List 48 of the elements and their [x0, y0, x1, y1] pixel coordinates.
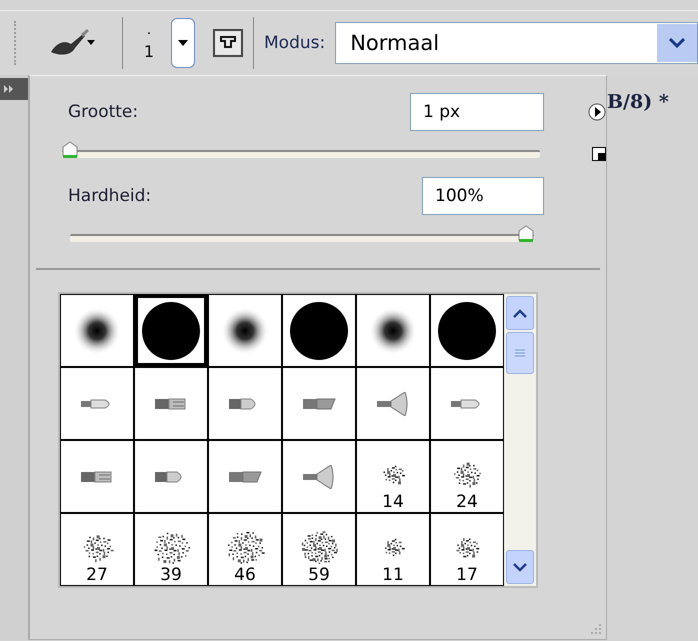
- scroll-up-button[interactable]: [506, 296, 534, 330]
- slider-thumb[interactable]: [62, 141, 78, 159]
- chevron-down-icon: [669, 38, 685, 48]
- brush-preset[interactable]: 14: [357, 441, 429, 512]
- scatter-brush-icon: [299, 529, 339, 565]
- brush-preset[interactable]: 39: [135, 514, 207, 585]
- mode-label: Modus:: [264, 33, 326, 53]
- scroll-down-button[interactable]: [506, 550, 534, 584]
- brush-preset[interactable]: 59: [283, 514, 355, 585]
- hardness-label: Hardheid:: [68, 186, 152, 206]
- brush-size-preview[interactable]: · 1: [133, 25, 165, 61]
- brush-preset[interactable]: [283, 295, 355, 366]
- brush-size-label: 27: [86, 565, 108, 585]
- hardness-input-field[interactable]: 100%: [422, 177, 544, 215]
- size-label: Grootte:: [68, 102, 140, 122]
- brush-preset[interactable]: 17: [431, 514, 503, 585]
- brush-preset[interactable]: [209, 295, 281, 366]
- brush-size-label: 14: [382, 492, 404, 512]
- brush-size-label: 17: [456, 565, 478, 585]
- brush-size-label: 11: [382, 565, 404, 585]
- expand-arrows-icon[interactable]: [4, 85, 14, 93]
- brush-preset[interactable]: [431, 295, 503, 366]
- slider-thumb[interactable]: [518, 225, 534, 243]
- document-tab-title[interactable]: B/8) *: [607, 91, 669, 113]
- brush-preset[interactable]: 27: [61, 514, 133, 585]
- brush-preset[interactable]: 11: [357, 514, 429, 585]
- brush-preset[interactable]: [61, 295, 133, 366]
- brush-preset[interactable]: 46: [209, 514, 281, 585]
- hard-round-brush-icon: [289, 300, 349, 360]
- brush-preset[interactable]: 24: [431, 441, 503, 512]
- mode-select[interactable]: Normaal: [335, 22, 698, 64]
- hard-round-brush-icon: [141, 300, 201, 360]
- caret-icon: [178, 40, 188, 46]
- brush-preset[interactable]: [135, 295, 207, 366]
- hard-round-brush-icon: [437, 300, 497, 360]
- resize-grip-icon[interactable]: [590, 623, 602, 635]
- brush-picker-dropdown[interactable]: [171, 18, 195, 68]
- brush-size-label: 46: [234, 565, 256, 585]
- brush-size-label: 59: [308, 565, 330, 585]
- scrollbar[interactable]: [504, 294, 536, 586]
- chevron-up-icon: [513, 308, 527, 318]
- brush-size-label: 24: [456, 492, 478, 512]
- brush-preset[interactable]: [357, 295, 429, 366]
- scroll-thumb[interactable]: [506, 332, 534, 374]
- size-input-field[interactable]: 1 px: [410, 93, 544, 131]
- chevron-down-icon: [513, 562, 527, 572]
- brush-size-label: 39: [160, 565, 182, 585]
- scatter-brush-icon: [225, 529, 265, 565]
